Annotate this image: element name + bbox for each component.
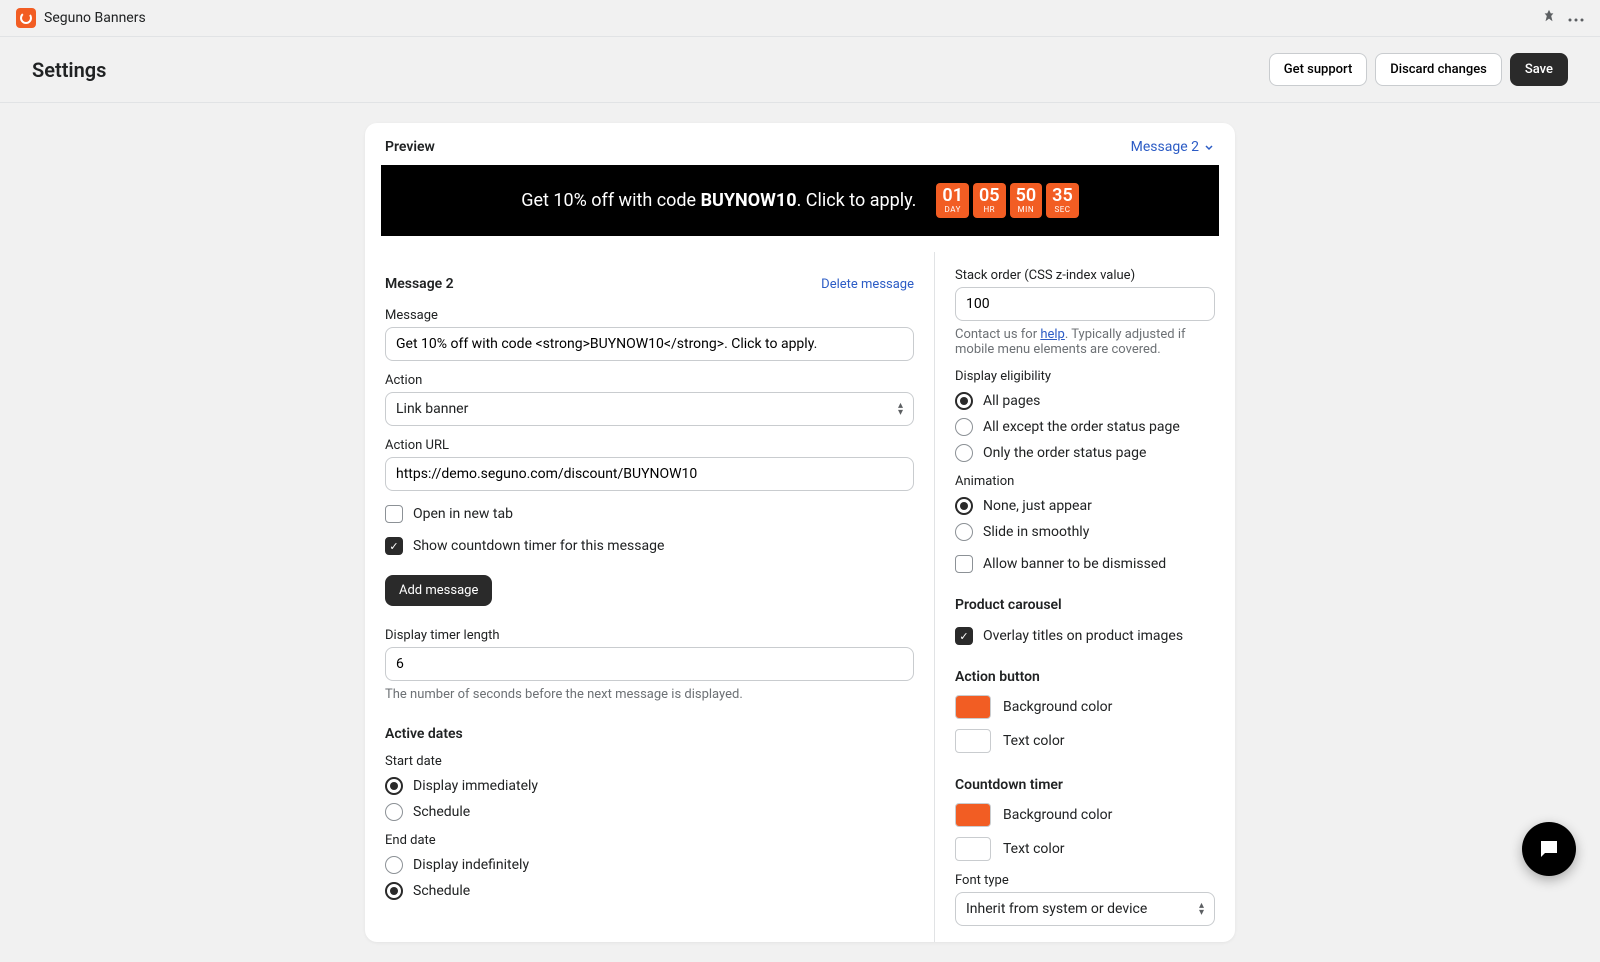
chat-icon: [1537, 837, 1561, 861]
action-select[interactable]: Link banner ▴▾: [385, 392, 914, 426]
message-label: Message: [385, 308, 914, 323]
action-bg-color-swatch[interactable]: [955, 695, 991, 719]
countdown-timer-preview: 01DAY 05HR 50MIN 35SEC: [936, 183, 1078, 218]
stack-order-label: Stack order (CSS z-index value): [955, 268, 1215, 283]
allow-dismiss-checkbox[interactable]: [955, 555, 973, 573]
select-arrows-icon: ▴▾: [1199, 902, 1204, 916]
more-icon[interactable]: [1568, 10, 1584, 26]
display-eligibility-label: Display eligibility: [955, 369, 1215, 384]
action-url-input[interactable]: [385, 457, 914, 491]
start-date-label: Start date: [385, 754, 914, 769]
font-type-select[interactable]: Inherit from system or device ▴▾: [955, 892, 1215, 926]
display-timer-input[interactable]: [385, 647, 914, 681]
active-dates-heading: Active dates: [385, 726, 914, 742]
chevron-down-icon: [1203, 141, 1215, 153]
anim-none-radio[interactable]: [955, 497, 973, 515]
delete-message-link[interactable]: Delete message: [821, 277, 914, 292]
pin-icon[interactable]: [1542, 9, 1556, 27]
action-button-heading: Action button: [955, 669, 1215, 685]
discard-changes-button[interactable]: Discard changes: [1375, 53, 1502, 86]
animation-label: Animation: [955, 474, 1215, 489]
stack-order-help: Contact us for help. Typically adjusted …: [955, 327, 1215, 357]
select-arrows-icon: ▴▾: [898, 402, 903, 416]
start-schedule-radio[interactable]: [385, 803, 403, 821]
open-new-tab-checkbox[interactable]: [385, 505, 403, 523]
app-name: Seguno Banners: [44, 10, 146, 26]
de-all-radio[interactable]: [955, 392, 973, 410]
app-logo: [16, 8, 36, 28]
show-timer-checkbox[interactable]: ✓: [385, 537, 403, 555]
end-schedule-radio[interactable]: [385, 882, 403, 900]
banner-preview: Get 10% off with code BUYNOW10. Click to…: [381, 165, 1219, 236]
page-title: Settings: [32, 58, 106, 82]
timer-text-color-swatch[interactable]: [955, 837, 991, 861]
start-immediately-radio[interactable]: [385, 777, 403, 795]
timer-bg-color-swatch[interactable]: [955, 803, 991, 827]
anim-slide-radio[interactable]: [955, 523, 973, 541]
overlay-titles-checkbox[interactable]: ✓: [955, 627, 973, 645]
end-date-label: End date: [385, 833, 914, 848]
add-message-button[interactable]: Add message: [385, 575, 492, 606]
display-timer-label: Display timer length: [385, 628, 914, 643]
get-support-button[interactable]: Get support: [1269, 53, 1368, 86]
product-carousel-heading: Product carousel: [955, 597, 1215, 613]
preview-label: Preview: [385, 139, 435, 155]
show-timer-label: Show countdown timer for this message: [413, 538, 664, 554]
font-type-label: Font type: [955, 873, 1215, 888]
message-heading: Message 2: [385, 276, 454, 292]
action-label: Action: [385, 373, 914, 388]
message-input[interactable]: [385, 327, 914, 361]
open-new-tab-label: Open in new tab: [413, 506, 513, 522]
countdown-timer-heading: Countdown timer: [955, 777, 1215, 793]
help-chat-fab[interactable]: [1522, 822, 1576, 876]
end-indefinite-radio[interactable]: [385, 856, 403, 874]
save-button[interactable]: Save: [1510, 53, 1568, 86]
action-text-color-swatch[interactable]: [955, 729, 991, 753]
display-timer-help: The number of seconds before the next me…: [385, 687, 914, 702]
de-only-radio[interactable]: [955, 444, 973, 462]
de-except-radio[interactable]: [955, 418, 973, 436]
preview-message-dropdown[interactable]: Message 2: [1131, 139, 1215, 155]
action-url-label: Action URL: [385, 438, 914, 453]
help-link[interactable]: help: [1040, 327, 1065, 342]
stack-order-input[interactable]: [955, 287, 1215, 321]
